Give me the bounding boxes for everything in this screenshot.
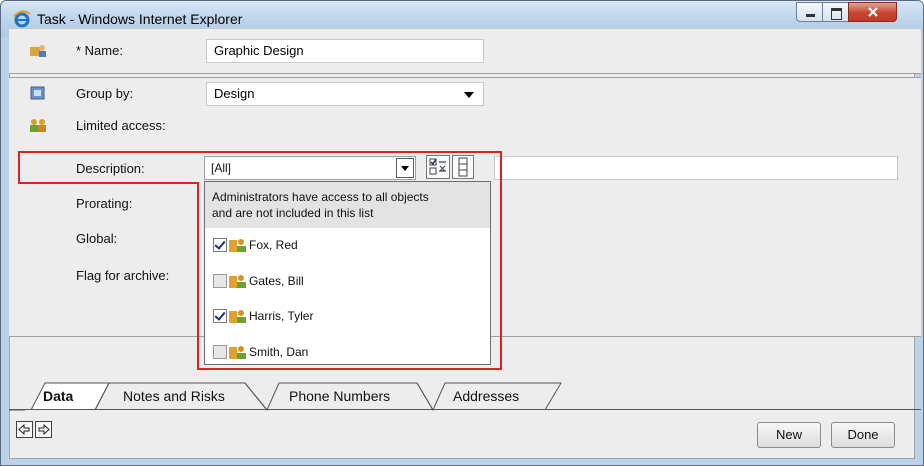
done-button[interactable]: Done [831,422,895,448]
arrow-right-icon [38,423,50,436]
new-button[interactable]: New [757,422,821,448]
next-button[interactable] [35,421,52,438]
tab-addresses-label: Addresses [453,388,520,404]
tab-baseline [9,409,921,410]
previous-button[interactable] [16,421,33,438]
tab-data-label: Data [43,388,74,404]
tab-notes-label: Notes and Risks [123,388,225,404]
arrow-left-icon [18,423,30,436]
ie-window: Task - Windows Internet Explorer * Name:… [0,0,924,466]
tab-phone-label: Phone Numbers [289,388,391,404]
